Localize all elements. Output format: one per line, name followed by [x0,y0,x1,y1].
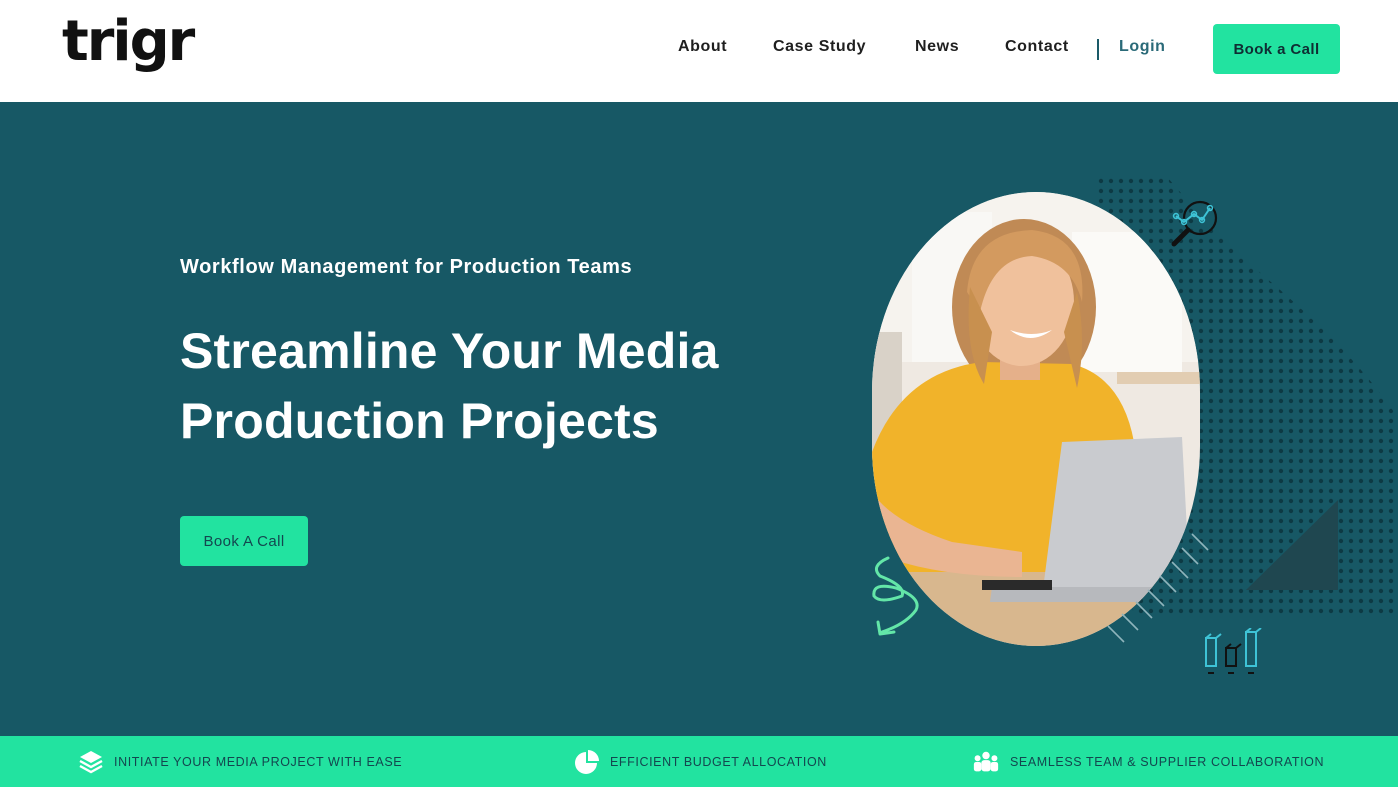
feature-strip: INITIATE YOUR MEDIA PROJECT WITH EASE EF… [0,736,1398,787]
nav-divider [1097,39,1099,60]
feature-label-budget: EFFICIENT BUDGET ALLOCATION [610,755,827,769]
nav-link-case-study[interactable]: Case Study [773,38,866,56]
bar-chart-3d-icon [1205,628,1262,674]
layers-icon [79,751,103,774]
hero-eyebrow: Workflow Management for Production Teams [180,256,633,278]
feature-item-initiate: INITIATE YOUR MEDIA PROJECT WITH EASE [78,749,402,775]
nav-link-contact[interactable]: Contact [1005,38,1069,56]
nav-link-login[interactable]: Login [1119,38,1166,56]
hero-section: Workflow Management for Production Teams… [0,102,1398,736]
brand-logo[interactable]: trigr [62,14,195,70]
feature-item-collaboration: SEAMLESS TEAM & SUPPLIER COLLABORATION [972,749,1324,775]
nav-link-about[interactable]: About [678,38,727,56]
book-call-button-hero[interactable]: Book A Call [180,516,308,566]
site-header: trigr About Case Study News Contact Logi… [0,0,1398,102]
team-icon [973,751,999,772]
magnifier-graph-icon [1171,200,1218,247]
feature-item-budget: EFFICIENT BUDGET ALLOCATION [574,749,827,775]
feature-label-initiate: INITIATE YOUR MEDIA PROJECT WITH EASE [114,755,403,769]
pie-chart-icon [575,750,599,774]
scribble-arrow-icon [872,556,919,636]
nav-link-news[interactable]: News [915,38,959,56]
hatch-lines-decoration [1107,533,1209,643]
book-call-button-header[interactable]: Book a Call [1213,24,1340,74]
hero-headline: Streamline Your Media Production Project… [180,323,719,449]
feature-label-collaboration: SEAMLESS TEAM & SUPPLIER COLLABORATION [1010,755,1325,769]
